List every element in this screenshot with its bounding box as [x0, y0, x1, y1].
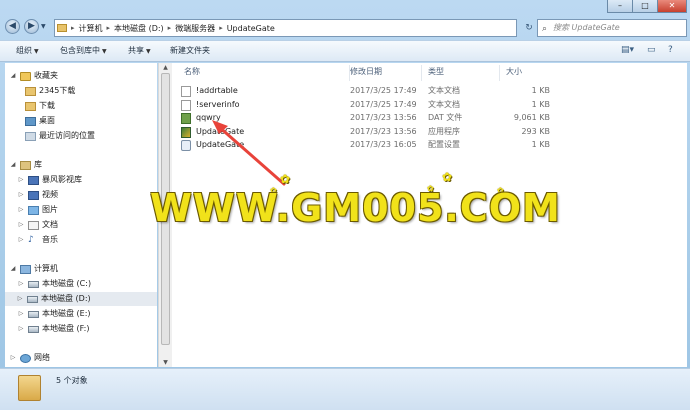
flower-ornament-icon: ✿	[442, 170, 453, 184]
flower-ornament-icon: ✿	[280, 172, 291, 186]
watermark-text: WWW.GM005.COM	[150, 186, 561, 230]
explorer-window: ◀ ▶ ▼ ▸ 计算机 ▸ 本地磁盘 (D:) ▸ 微端服务器 ▸ Update…	[0, 0, 690, 410]
